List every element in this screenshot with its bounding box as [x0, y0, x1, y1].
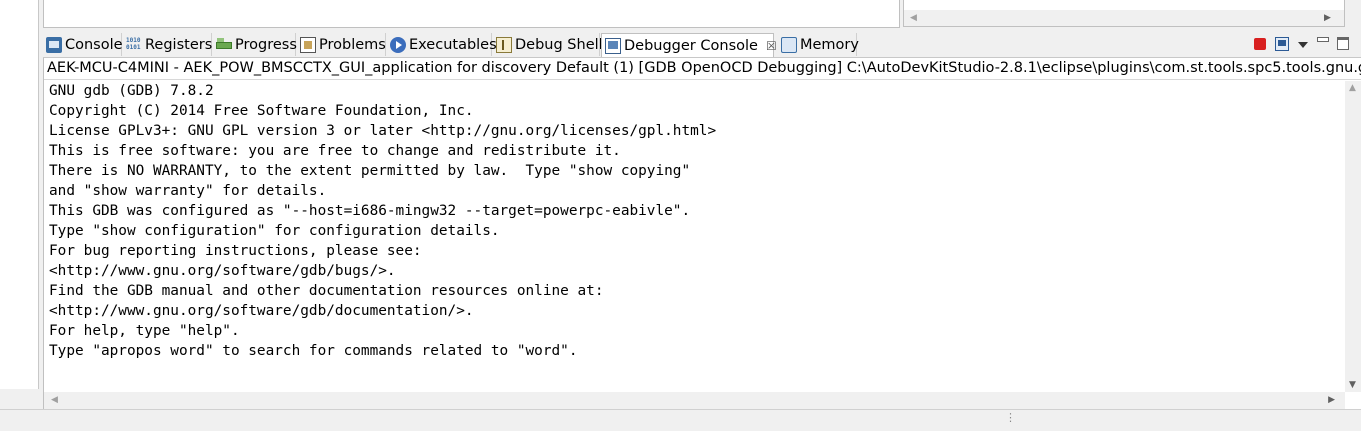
tab-problems[interactable]: Problems [297, 33, 386, 56]
upper-right-hscrollbar[interactable]: ◀ ▶ [904, 10, 1344, 26]
tab-memory[interactable]: Memory [775, 33, 859, 56]
upper-right-pane: ◀ ▶ [903, 0, 1345, 27]
tab-label: Memory [800, 36, 859, 53]
tab-label: Debugger Console [624, 37, 758, 54]
tab-progress[interactable]: Progress [213, 33, 297, 56]
scroll-left-arrow-icon[interactable]: ◀ [51, 395, 58, 405]
upper-right-vscrollbar[interactable] [1346, 0, 1360, 28]
console-icon [46, 36, 62, 53]
executables-icon [390, 36, 406, 53]
status-grip-icon[interactable]: ⋮ [1005, 412, 1016, 423]
view-tab-bar: Console 1010 0101 Registers Progress Pro… [43, 33, 1361, 58]
console-line: <http://www.gnu.org/software/gdb/bugs/>. [49, 263, 396, 279]
console-line: <http://www.gnu.org/software/gdb/documen… [49, 303, 474, 319]
progress-icon [216, 37, 232, 53]
console-line: Type "show configuration" for configurat… [49, 223, 500, 239]
console-line: This GDB was configured as "--host=i686-… [49, 203, 691, 219]
display-selected-console-icon[interactable] [1275, 37, 1289, 51]
tab-console[interactable]: Console [43, 33, 123, 56]
console-line: Copyright (C) 2014 Free Software Foundat… [49, 103, 474, 119]
tab-label: Debug Shell [515, 36, 603, 53]
console-line: This is free software: you are free to c… [49, 143, 621, 159]
console-line: License GPLv3+: GNU GPL version 3 or lat… [49, 123, 717, 139]
debugger-console-view: AEK-MCU-C4MINI - AEK_POW_BMSCCTX_GUI_app… [43, 58, 1361, 409]
tab-debug-shell[interactable]: Debug Shell [493, 33, 603, 56]
status-bar: ⋮ [0, 409, 1361, 431]
tab-label: Registers [145, 36, 213, 53]
console-line: For bug reporting instructions, please s… [49, 243, 422, 259]
tab-registers[interactable]: 1010 0101 Registers [123, 33, 212, 56]
memory-icon [781, 36, 797, 53]
maximize-icon[interactable] [1337, 37, 1349, 50]
console-hscrollbar[interactable]: ◀ ▶ [44, 392, 1345, 409]
scroll-up-arrow-icon[interactable]: ▲ [1349, 83, 1356, 93]
view-menu-chevron-down-icon[interactable] [1298, 42, 1308, 48]
tab-label: Progress [235, 36, 297, 53]
tab-label: Executables [409, 36, 497, 53]
tab-label: Problems [319, 36, 386, 53]
tab-executables[interactable]: Executables [387, 33, 497, 56]
console-line: There is NO WARRANTY, to the extent perm… [49, 163, 691, 179]
tab-label: Console [65, 36, 123, 53]
debugger-console-icon [605, 37, 621, 54]
console-line: GNU gdb (GDB) 7.8.2 [49, 83, 214, 99]
tab-debugger-console[interactable]: Debugger Console ☒ [601, 33, 777, 57]
console-line: and "show warranty" for details. [49, 183, 327, 199]
console-line: Find the GDB manual and other documentat… [49, 283, 604, 299]
scroll-down-arrow-icon[interactable]: ▼ [1349, 380, 1356, 390]
left-view-strip [0, 0, 39, 389]
scroll-right-arrow-icon[interactable]: ▶ [1328, 395, 1335, 405]
terminate-icon[interactable] [1254, 38, 1266, 50]
console-output[interactable]: GNU gdb (GDB) 7.8.2 Copyright (C) 2014 F… [49, 81, 1339, 387]
minimize-icon[interactable] [1317, 37, 1329, 42]
scroll-right-arrow-icon[interactable]: ▶ [1324, 13, 1331, 23]
console-line: For help, type "help". [49, 323, 240, 339]
console-vscrollbar[interactable]: ▲ ▼ [1345, 81, 1361, 392]
debug-shell-icon [496, 36, 512, 53]
launch-description: AEK-MCU-C4MINI - AEK_POW_BMSCCTX_GUI_app… [44, 58, 1361, 80]
registers-icon: 1010 0101 [126, 36, 141, 51]
scroll-left-arrow-icon[interactable]: ◀ [910, 13, 917, 23]
upper-editor-pane [43, 0, 900, 28]
console-line: Type "apropos word" to search for comman… [49, 343, 578, 359]
problems-icon [300, 36, 316, 53]
